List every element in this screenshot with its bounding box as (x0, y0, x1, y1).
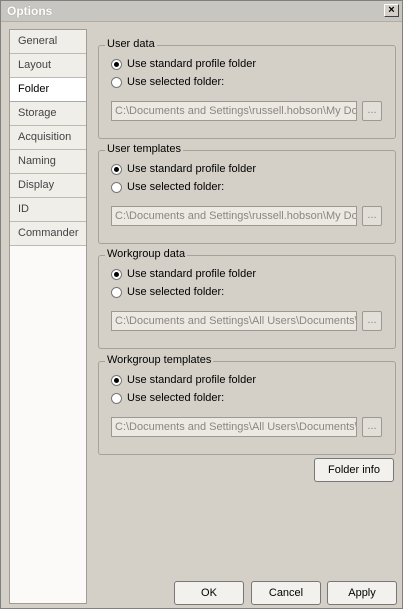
workgroup-templates-browse-button[interactable]: ... (362, 417, 382, 437)
radio-label: Use standard profile folder (127, 268, 257, 280)
radio-selected-icon (111, 268, 122, 280)
workgroup-templates-path-field[interactable]: C:\Documents and Settings\All Users\Docu… (111, 417, 357, 437)
radio-label: Use standard profile folder (127, 374, 257, 386)
radio-selected-icon (111, 163, 122, 175)
radio-label: Use selected folder: (127, 392, 225, 404)
user-templates-browse-button[interactable]: ... (362, 206, 382, 226)
sidebar-item-display[interactable]: Display (10, 174, 86, 198)
folder-info-button[interactable]: Folder info (314, 458, 394, 482)
window-title: Options (7, 4, 53, 18)
radio-unselected-icon (111, 392, 122, 404)
group-title: Workgroup templates (105, 354, 214, 366)
sidebar-item-naming[interactable]: Naming (10, 150, 86, 174)
sidebar-item-storage[interactable]: Storage (10, 102, 86, 126)
sidebar-item-folder[interactable]: Folder (10, 78, 86, 102)
sidebar-item-layout[interactable]: Layout (10, 54, 86, 78)
cancel-button[interactable]: Cancel (251, 581, 321, 605)
sidebar-item-id[interactable]: ID (10, 198, 86, 222)
sidebar-item-label: Commander (18, 227, 79, 239)
user-data-group: User data Use standard profile folder Us… (98, 38, 396, 139)
radio-unselected-icon (111, 286, 122, 298)
sidebar-item-acquisition[interactable]: Acquisition (10, 126, 86, 150)
user-data-path-field[interactable]: C:\Documents and Settings\russell.hobson… (111, 101, 357, 121)
radio-unselected-icon (111, 181, 122, 193)
workgroup-data-standard-radio[interactable]: Use standard profile folder (111, 267, 256, 281)
sidebar: General Layout Folder Storage Acquisitio… (9, 29, 87, 604)
sidebar-item-commander[interactable]: Commander (10, 222, 86, 246)
sidebar-item-label: Folder (18, 83, 50, 95)
sidebar-item-label: Display (18, 179, 55, 191)
user-data-browse-button[interactable]: ... (362, 101, 382, 121)
group-title: User data (105, 38, 157, 50)
workgroup-data-group: Workgroup data Use standard profile fold… (98, 248, 396, 349)
user-templates-selected-radio[interactable]: Use selected folder: (111, 180, 224, 194)
ok-button[interactable]: OK (174, 581, 244, 605)
radio-unselected-icon (111, 76, 122, 88)
group-title: Workgroup data (105, 248, 188, 260)
radio-label: Use selected folder: (127, 76, 225, 88)
group-title: User templates (105, 143, 183, 155)
radio-selected-icon (111, 58, 122, 70)
user-data-selected-radio[interactable]: Use selected folder: (111, 75, 224, 89)
radio-label: Use selected folder: (127, 286, 225, 298)
sidebar-item-label: Acquisition (18, 131, 72, 143)
radio-label: Use standard profile folder (127, 58, 257, 70)
workgroup-data-path-field[interactable]: C:\Documents and Settings\All Users\Docu… (111, 311, 357, 331)
radio-label: Use standard profile folder (127, 163, 257, 175)
close-button[interactable]: × (384, 4, 399, 17)
workgroup-templates-group: Workgroup templates Use standard profile… (98, 354, 396, 455)
sidebar-item-label: Layout (18, 59, 52, 71)
user-data-standard-radio[interactable]: Use standard profile folder (111, 57, 256, 71)
sidebar-item-label: Storage (18, 107, 57, 119)
user-templates-group: User templates Use standard profile fold… (98, 143, 396, 244)
workgroup-templates-standard-radio[interactable]: Use standard profile folder (111, 373, 256, 387)
workgroup-templates-selected-radio[interactable]: Use selected folder: (111, 391, 224, 405)
sidebar-item-general[interactable]: General (10, 30, 86, 54)
sidebar-item-label: General (18, 35, 58, 47)
user-templates-path-field[interactable]: C:\Documents and Settings\russell.hobson… (111, 206, 357, 226)
apply-button[interactable]: Apply (327, 581, 397, 605)
workgroup-data-selected-radio[interactable]: Use selected folder: (111, 285, 224, 299)
title-bar: Options × (1, 1, 402, 22)
sidebar-item-label: ID (18, 203, 29, 215)
close-icon: × (388, 4, 395, 16)
options-dialog: Options × General Layout Folder Storage … (0, 0, 403, 609)
workgroup-data-browse-button[interactable]: ... (362, 311, 382, 331)
user-templates-standard-radio[interactable]: Use standard profile folder (111, 162, 256, 176)
radio-selected-icon (111, 374, 122, 386)
radio-label: Use selected folder: (127, 181, 225, 193)
sidebar-item-label: Naming (18, 155, 56, 167)
